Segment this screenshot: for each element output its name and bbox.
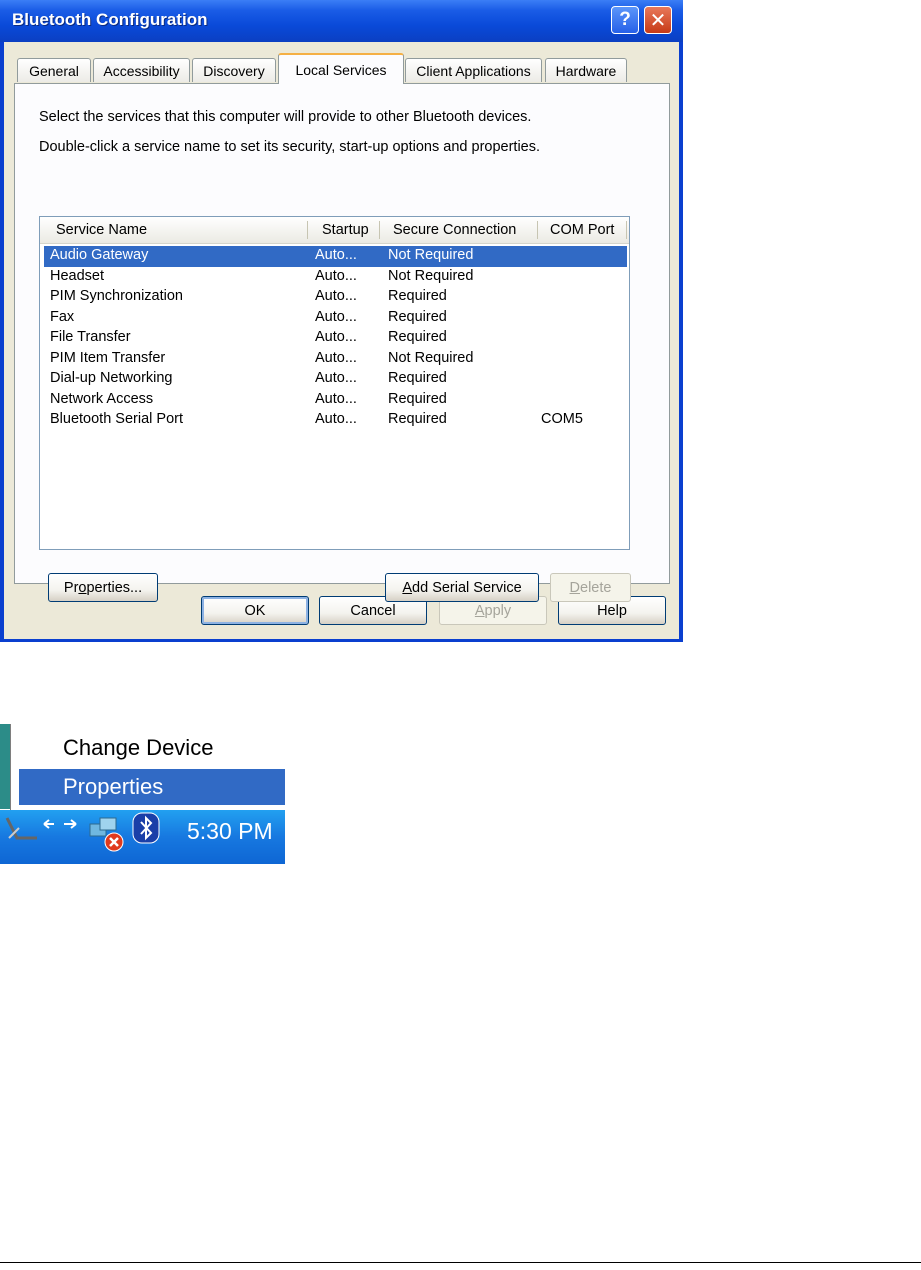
service-name: PIM Synchronization bbox=[50, 288, 183, 304]
context-menu: Change Device Properties bbox=[10, 724, 285, 812]
network-disconnected-icon[interactable] bbox=[86, 814, 128, 854]
com-port: COM5 bbox=[541, 411, 583, 427]
column-header-service-name[interactable]: Service Name bbox=[56, 217, 306, 243]
column-header-startup[interactable]: Startup bbox=[322, 217, 382, 243]
dialog-client-area: General Accessibility Discovery Local Se… bbox=[4, 42, 679, 639]
system-tray: 5:30 PM bbox=[0, 810, 285, 864]
list-header: Service Name Startup Secure Connection C… bbox=[40, 217, 629, 244]
title-bar[interactable]: Bluetooth Configuration ? ✕ bbox=[0, 0, 683, 42]
menu-item-change-device[interactable]: Change Device bbox=[19, 730, 285, 766]
table-row-audio-gateway[interactable]: Audio Gateway Auto... Not Required bbox=[44, 246, 627, 267]
desktop-edge bbox=[0, 724, 10, 809]
add-serial-service-button[interactable]: Add Serial Service bbox=[385, 573, 539, 602]
delete-label-accel: D bbox=[569, 579, 581, 596]
service-name: Dial-up Networking bbox=[50, 370, 173, 386]
instruction-text-1: Select the services that this computer w… bbox=[39, 109, 532, 125]
ok-button[interactable]: OK bbox=[201, 596, 309, 625]
startup: Auto... bbox=[315, 247, 357, 263]
secure-connection: Not Required bbox=[388, 350, 474, 366]
table-row-fax[interactable]: Fax Auto... Required bbox=[44, 308, 627, 329]
startup: Auto... bbox=[315, 411, 357, 427]
add-serial-label: dd Serial Service bbox=[412, 579, 522, 596]
tray-context-menu-snippet: Change Device Properties 5:30 PM bbox=[0, 724, 285, 864]
delete-label: elete bbox=[580, 579, 612, 596]
add-serial-label-accel: A bbox=[402, 579, 413, 596]
network-arrows-icon[interactable] bbox=[42, 816, 86, 836]
resize-grip-icon bbox=[5, 817, 37, 840]
table-row-dial-up-networking[interactable]: Dial-up Networking Auto... Required bbox=[44, 369, 627, 390]
tab-hardware[interactable]: Hardware bbox=[545, 58, 627, 82]
service-name: Bluetooth Serial Port bbox=[50, 411, 183, 427]
secure-connection: Required bbox=[388, 411, 447, 427]
properties-label-b: perties... bbox=[86, 579, 143, 596]
services-list[interactable]: Service Name Startup Secure Connection C… bbox=[39, 216, 630, 550]
service-name: File Transfer bbox=[50, 329, 131, 345]
properties-button[interactable]: Pr o perties... bbox=[48, 573, 158, 602]
close-button[interactable]: ✕ bbox=[644, 6, 672, 34]
secure-connection: Required bbox=[388, 391, 447, 407]
table-row-pim-item-transfer[interactable]: PIM Item Transfer Auto... Not Required bbox=[44, 349, 627, 370]
table-row-file-transfer[interactable]: File Transfer Auto... Required bbox=[44, 328, 627, 349]
startup: Auto... bbox=[315, 329, 357, 345]
tab-local-services[interactable]: Local Services bbox=[278, 53, 404, 84]
properties-label-a: Pr bbox=[63, 579, 79, 596]
secure-connection: Required bbox=[388, 370, 447, 386]
tab-client-applications[interactable]: Client Applications bbox=[405, 58, 542, 82]
menu-item-properties[interactable]: Properties bbox=[19, 769, 285, 805]
startup: Auto... bbox=[315, 391, 357, 407]
secure-connection: Not Required bbox=[388, 268, 474, 284]
table-row-network-access[interactable]: Network Access Auto... Required bbox=[44, 390, 627, 411]
startup: Auto... bbox=[315, 288, 357, 304]
table-row-bluetooth-serial-port[interactable]: Bluetooth Serial Port Auto... Required C… bbox=[44, 410, 627, 431]
service-name: PIM Item Transfer bbox=[50, 350, 166, 366]
startup: Auto... bbox=[315, 268, 357, 284]
instruction-text-2: Double-click a service name to set its s… bbox=[39, 139, 541, 155]
secure-connection: Required bbox=[388, 288, 447, 304]
secure-connection: Required bbox=[388, 309, 447, 325]
service-name: Network Access bbox=[50, 391, 154, 407]
tab-discovery[interactable]: Discovery bbox=[192, 58, 276, 82]
column-header-com-port[interactable]: COM Port bbox=[550, 217, 630, 243]
service-name: Headset bbox=[50, 268, 105, 284]
column-header-secure-connection[interactable]: Secure Connection bbox=[393, 217, 535, 243]
local-services-panel: Select the services that this computer w… bbox=[14, 83, 670, 602]
close-icon: ✕ bbox=[649, 9, 667, 32]
bluetooth-icon[interactable] bbox=[132, 812, 160, 844]
service-name: Fax bbox=[50, 309, 75, 325]
delete-button[interactable]: Delete bbox=[550, 573, 631, 602]
table-row-pim-synchronization[interactable]: PIM Synchronization Auto... Required bbox=[44, 287, 627, 308]
tab-general[interactable]: General bbox=[17, 58, 91, 82]
apply-label-accel: A bbox=[474, 602, 485, 619]
properties-label-accel: o bbox=[78, 579, 87, 596]
startup: Auto... bbox=[315, 350, 357, 366]
secure-connection: Not Required bbox=[388, 247, 474, 263]
clock[interactable]: 5:30 PM bbox=[187, 818, 273, 845]
question-mark-icon: ? bbox=[619, 9, 631, 30]
tab-accessibility[interactable]: Accessibility bbox=[93, 58, 190, 82]
secure-connection: Required bbox=[388, 329, 447, 345]
help-title-button[interactable]: ? bbox=[611, 6, 639, 34]
window-title: Bluetooth Configuration bbox=[12, 10, 208, 29]
page-divider bbox=[0, 1262, 921, 1263]
bluetooth-configuration-window: Bluetooth Configuration ? ✕ General Acce… bbox=[0, 0, 683, 642]
table-row-headset[interactable]: Headset Auto... Not Required bbox=[44, 267, 627, 288]
apply-label: pply bbox=[484, 602, 512, 619]
startup: Auto... bbox=[315, 309, 357, 325]
startup: Auto... bbox=[315, 370, 357, 386]
service-name: Audio Gateway bbox=[50, 247, 149, 263]
